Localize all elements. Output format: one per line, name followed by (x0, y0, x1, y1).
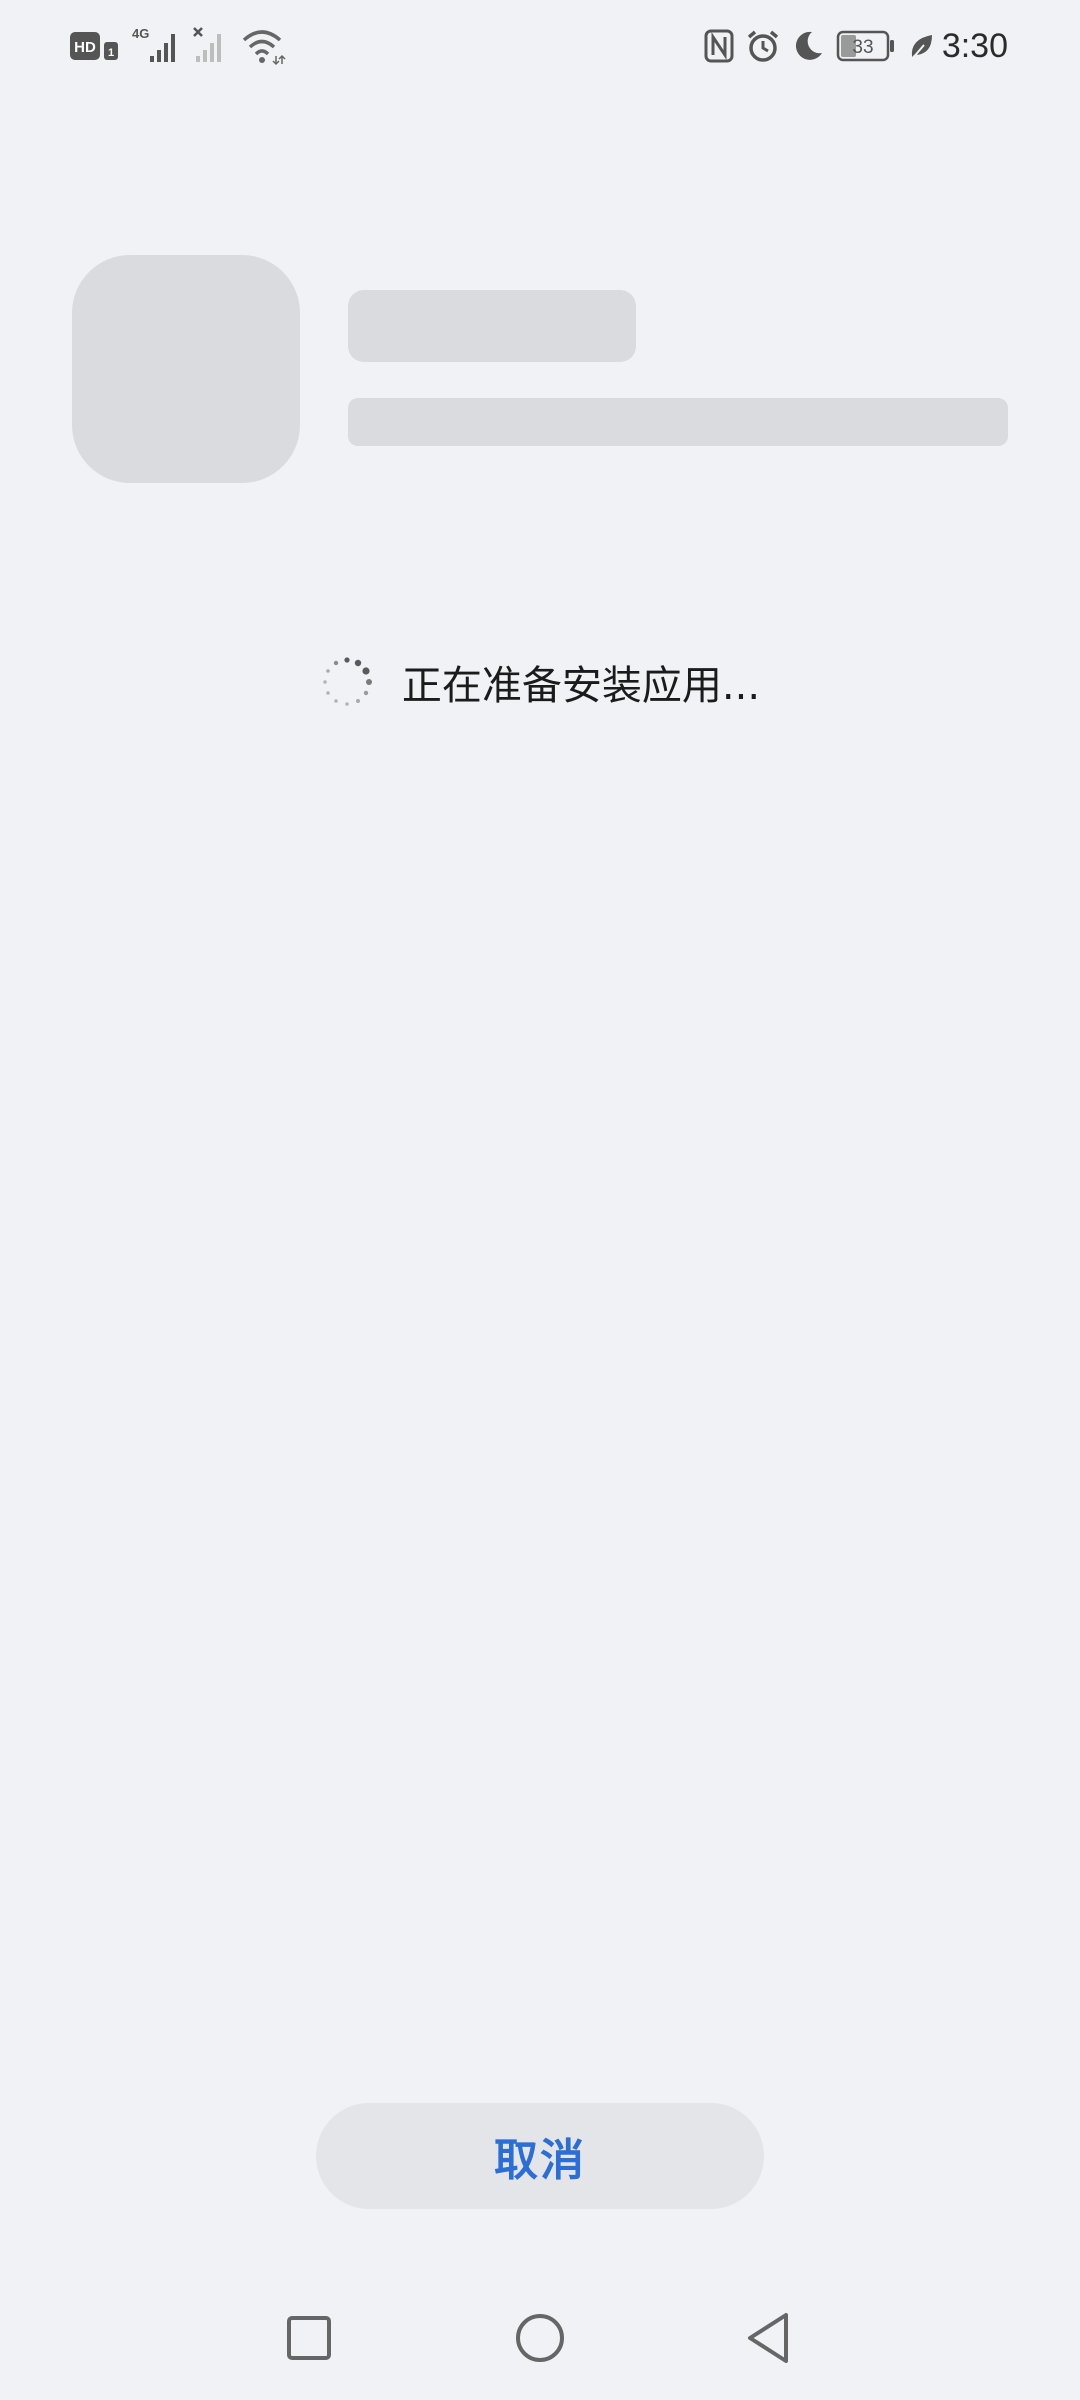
4g-signal-icon: 4G (132, 26, 182, 66)
install-screen: HD 1 4G 33 3:30 正在准备安装应用... 取消 (0, 0, 1080, 2400)
hd-icon: HD 1 (70, 28, 122, 64)
cancel-button[interactable]: 取消 (316, 2103, 764, 2209)
loading-spinner-icon (320, 655, 374, 709)
status-time: 3:30 (941, 26, 1008, 65)
status-bar-left: HD 1 4G (70, 0, 296, 92)
wifi-icon (242, 26, 286, 66)
svg-text:1: 1 (108, 47, 114, 59)
cancel-button-label: 取消 (494, 2135, 586, 2186)
recents-button[interactable] (259, 2290, 359, 2390)
recents-square-icon (284, 2313, 334, 2367)
app-icon-placeholder (72, 255, 300, 483)
alarm-icon (746, 29, 780, 63)
home-button[interactable] (490, 2290, 590, 2390)
status-bar: HD 1 4G 33 3:30 (0, 0, 1080, 92)
svg-text:HD: HD (74, 39, 96, 56)
app-name-placeholder (348, 290, 636, 362)
home-circle-icon (513, 2311, 567, 2369)
status-bar-right: 33 3:30 (692, 0, 1008, 92)
battery-icon: 33 (836, 29, 896, 63)
back-triangle-icon (744, 2311, 794, 2369)
back-button[interactable] (719, 2290, 819, 2390)
do-not-disturb-moon-icon (792, 29, 824, 63)
no-signal-icon (192, 26, 232, 66)
nfc-icon (704, 29, 734, 63)
loading-text: 正在准备安装应用... (401, 663, 761, 709)
svg-text:4G: 4G (132, 26, 149, 41)
app-description-placeholder (348, 398, 1008, 446)
loading-status: 正在准备安装应用... (0, 640, 1080, 724)
battery-saver-leaf-icon (908, 31, 934, 61)
svg-text:33: 33 (852, 37, 873, 58)
navigation-bar (0, 2290, 1080, 2400)
